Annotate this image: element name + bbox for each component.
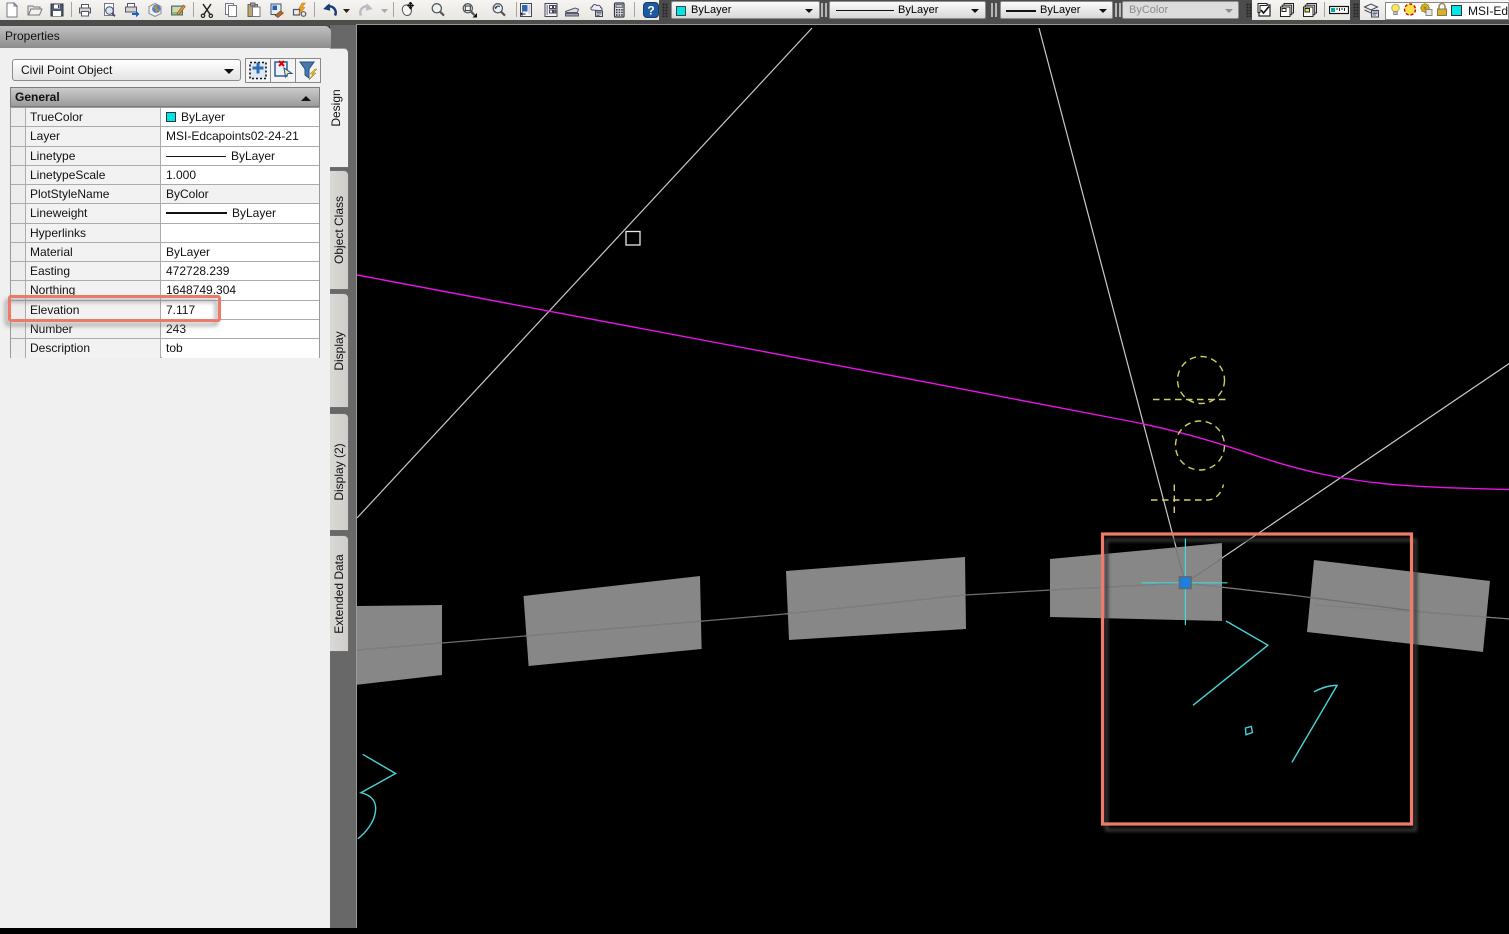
- svg-text:?: ?: [647, 4, 654, 18]
